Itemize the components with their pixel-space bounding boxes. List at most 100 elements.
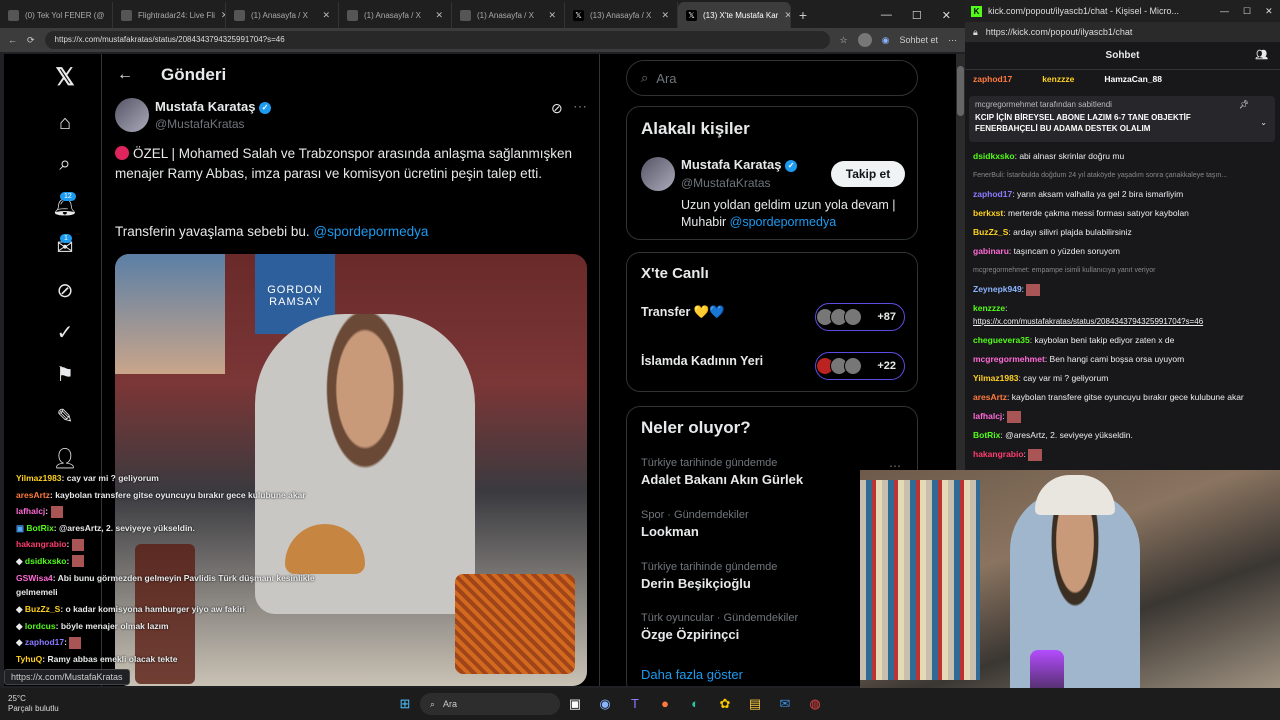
maximize-icon[interactable]: ☐ <box>912 9 922 22</box>
supporter-name[interactable]: kenzzze <box>1042 74 1074 88</box>
live-item-label[interactable]: İslamda Kadının Yeri <box>641 354 763 368</box>
back-icon[interactable]: ← <box>8 35 17 45</box>
close-icon[interactable]: ✕ <box>548 10 556 21</box>
grok-icon[interactable]: ⊘ <box>52 277 78 303</box>
browser-tab[interactable]: Flightradar24: Live Fli✕ <box>113 2 226 28</box>
trend-item[interactable]: Spor · Gündemdekiler Lookman <box>641 509 749 539</box>
more-options-icon[interactable]: ⋯ <box>573 98 587 115</box>
outlook-icon[interactable]: ✉ <box>774 693 796 715</box>
verified-icon[interactable]: ✓ <box>52 319 78 345</box>
chat-username[interactable]: gabinaru <box>973 246 1009 256</box>
chat-username[interactable]: mcgregormehmet <box>973 354 1045 364</box>
taskbar-search[interactable]: ⌕ Ara <box>420 693 560 715</box>
reload-icon[interactable]: ⟳ <box>27 35 35 46</box>
chat-username[interactable]: Yilmaz1983 <box>973 373 1019 383</box>
chat-username[interactable]: lafhalcj <box>973 411 1002 421</box>
live-item-pill[interactable]: +22 <box>815 352 905 380</box>
browser-tab[interactable]: (1) Anasayfa / X ✕ <box>339 2 452 28</box>
related-handle[interactable]: @MustafaKratas <box>681 176 771 190</box>
maximize-icon[interactable]: ☐ <box>1243 6 1251 17</box>
minimize-icon[interactable]: — <box>881 9 892 21</box>
close-window-icon[interactable]: ✕ <box>942 9 951 22</box>
author-name[interactable]: Mustafa Karataş <box>155 99 255 114</box>
bookmarks-icon[interactable]: ⚑ <box>52 361 78 387</box>
paint-icon[interactable]: ✿ <box>714 693 736 715</box>
copilot-icon[interactable]: ◉ <box>882 35 890 46</box>
live-item-label[interactable]: Transfer 💛💙 <box>641 305 725 320</box>
kick-url[interactable]: https://kick.com/popout/ilyascb1/chat <box>986 27 1133 37</box>
x-logo-icon[interactable]: 𝕏 <box>52 64 78 91</box>
overlay-chat-line: ◆ dsidkxsko: <box>16 553 346 570</box>
sohbet-et-button[interactable]: Sohbet et <box>899 35 938 45</box>
related-avatar[interactable] <box>641 157 675 191</box>
show-more-link[interactable]: Daha fazla göster <box>641 667 743 682</box>
scrollbar-thumb[interactable] <box>957 66 964 116</box>
chat-username[interactable]: zaphod17 <box>973 189 1012 199</box>
chat-username[interactable]: aresArtz <box>973 392 1007 402</box>
articles-icon[interactable]: ✎ <box>52 403 78 429</box>
tab-label: (0) Tek Yol FENER (@ <box>25 10 105 20</box>
home-icon[interactable]: ⌂ <box>52 110 78 136</box>
chat-message: BotRix: @aresArtz, 2. seviyeye yükseldin… <box>973 430 1133 440</box>
chevron-down-icon[interactable]: ⌄ <box>1260 118 1267 127</box>
follow-button[interactable]: Takip et <box>831 161 905 187</box>
more-icon[interactable]: ⋯ <box>948 35 957 46</box>
live-item-pill[interactable]: +87 <box>815 303 905 331</box>
related-name[interactable]: Mustafa Karataş <box>681 157 781 172</box>
profile-icon[interactable]: 👤︎ <box>52 445 78 471</box>
close-icon[interactable]: ✕ <box>661 10 669 21</box>
browser-tab[interactable]: (0) Tek Yol FENER (@✕ <box>0 2 113 28</box>
file-explorer-icon[interactable]: ▤ <box>744 693 766 715</box>
trend-item[interactable]: Türk oyuncular · Gündemdekiler Özge Özpir… <box>641 612 798 642</box>
edge-icon[interactable]: ◐ <box>684 693 706 715</box>
poster-image <box>115 254 225 374</box>
url-field[interactable]: https://x.com/mustafakratas/status/20843… <box>44 31 830 49</box>
task-view-icon[interactable]: ▣ <box>564 693 586 715</box>
favorite-star-icon[interactable]: ☆ <box>840 35 848 46</box>
teams-icon[interactable]: T <box>624 693 646 715</box>
browser-tab[interactable]: (1) Anasayfa / X ✕ <box>452 2 565 28</box>
chat-link[interactable]: https://x.com/mustafakratas/status/20843… <box>973 317 1203 326</box>
supporter-name[interactable]: HamzaCan_88 <box>1104 74 1162 88</box>
weather-widget[interactable]: 25°C Parçalı bulutlu <box>0 694 110 714</box>
trend-name: Derin Beşikçioğlu <box>641 576 751 591</box>
profile-avatar[interactable] <box>857 33 872 47</box>
search-icon[interactable]: ⌕ <box>52 151 78 177</box>
minimize-icon[interactable]: — <box>1220 6 1229 16</box>
trend-item[interactable]: Türkiye tarihinde gündemde Derin Beşikçio… <box>641 561 777 591</box>
chrome-icon[interactable]: ◍ <box>804 693 826 715</box>
trend-item[interactable]: Türkiye tarihinde gündemde Adalet Bakanı … <box>641 457 803 487</box>
chat-username[interactable]: Zeynepk949 <box>973 284 1022 294</box>
close-window-icon[interactable]: ✕ <box>1265 6 1273 17</box>
chat-text: kaybolan transfere gitse oyuncuyu bırakı… <box>55 489 306 500</box>
status-url: https://x.com/MustafaKratas <box>4 669 130 685</box>
supporter-name[interactable]: zaphod17 <box>973 74 1012 88</box>
browser-tab-active[interactable]: 𝕏 (13) X'te Mustafa Kar ✕ <box>678 2 791 28</box>
firefox-icon[interactable]: ● <box>654 693 676 715</box>
browser-tab[interactable]: (1) Anasayfa / X ✕ <box>226 2 339 28</box>
close-icon[interactable]: ✕ <box>322 10 330 21</box>
mention-link[interactable]: @spordepormedya <box>313 224 428 239</box>
chat-username[interactable]: berkxst <box>973 208 1003 218</box>
bio-link[interactable]: @spordepormedya <box>730 215 837 229</box>
chat-username[interactable]: cheguevera35 <box>973 335 1030 345</box>
new-tab-button[interactable]: + <box>791 2 815 28</box>
browser-tab[interactable]: 𝕏 (13) Anasayfa / X ✕ <box>565 2 678 28</box>
author-avatar[interactable] <box>115 98 149 132</box>
windows-start-icon[interactable]: ⊞ <box>394 693 416 715</box>
chat-message: aresArtz: kaybolan transfere gitse oyunc… <box>973 392 1244 402</box>
chat-username[interactable]: BotRix <box>973 430 1000 440</box>
close-icon[interactable]: ✕ <box>435 10 443 21</box>
chat-username[interactable]: BuzZz_S <box>973 227 1008 237</box>
copilot-icon[interactable]: ◉ <box>594 693 616 715</box>
users-icon[interactable]: 👥︎ <box>1255 42 1268 70</box>
chat-username[interactable]: hakangrabio <box>973 449 1024 459</box>
chat-username[interactable]: kenzzze <box>973 303 1005 313</box>
close-icon[interactable]: ✕ <box>784 10 790 21</box>
chat-username[interactable]: dsidkxsko <box>973 151 1015 161</box>
grok-explain-icon[interactable]: ⊘ <box>551 100 563 117</box>
pin-icon[interactable]: 📌︎ <box>1239 100 1249 109</box>
author-handle[interactable]: @MustafaKratas <box>155 117 245 131</box>
search-box[interactable]: ⌕ Ara <box>626 60 918 96</box>
back-arrow-icon[interactable]: ← <box>117 66 133 84</box>
